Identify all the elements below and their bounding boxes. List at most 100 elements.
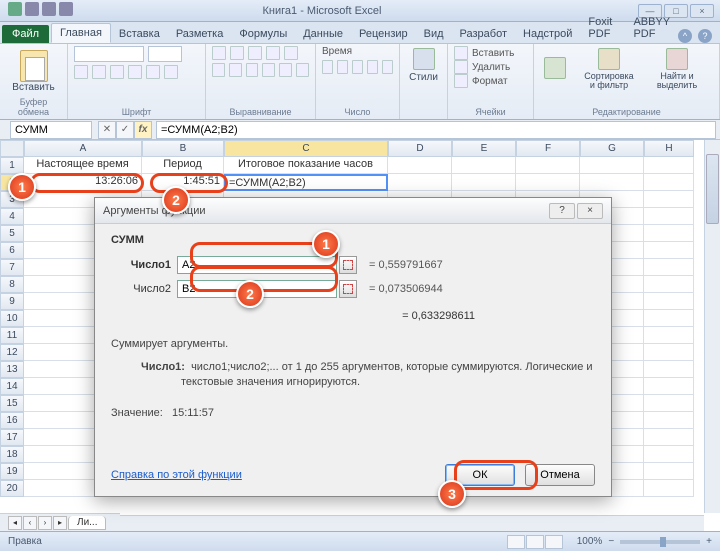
- row-header-18[interactable]: 18: [0, 446, 24, 463]
- row-header-6[interactable]: 6: [0, 242, 24, 259]
- cell-G1[interactable]: [580, 157, 644, 174]
- cell-H15[interactable]: [644, 395, 694, 412]
- column-header-C[interactable]: C: [224, 140, 388, 157]
- tab-data[interactable]: Данные: [295, 25, 351, 43]
- zoom-in-button[interactable]: +: [706, 536, 712, 547]
- row-header-17[interactable]: 17: [0, 429, 24, 446]
- column-header-G[interactable]: G: [580, 140, 644, 157]
- row-header-13[interactable]: 13: [0, 361, 24, 378]
- cell-H1[interactable]: [644, 157, 694, 174]
- cell-E2[interactable]: [452, 174, 516, 191]
- column-header-F[interactable]: F: [516, 140, 580, 157]
- horizontal-scrollbar[interactable]: [120, 515, 704, 531]
- wrap-icon[interactable]: [284, 46, 298, 60]
- cell-H11[interactable]: [644, 327, 694, 344]
- merge-icon[interactable]: [296, 63, 309, 77]
- cell-D2[interactable]: [388, 174, 452, 191]
- zoom-out-button[interactable]: −: [608, 536, 614, 547]
- dialog-close-button[interactable]: ×: [577, 203, 603, 219]
- redo-icon[interactable]: [59, 2, 73, 16]
- column-header-H[interactable]: H: [644, 140, 694, 157]
- cell-G2[interactable]: [580, 174, 644, 191]
- formula-input[interactable]: [156, 121, 716, 139]
- tab-review[interactable]: Рецензир: [351, 25, 416, 43]
- cell-H16[interactable]: [644, 412, 694, 429]
- align-top-icon[interactable]: [212, 46, 226, 60]
- tab-view[interactable]: Вид: [416, 25, 452, 43]
- arg1-input[interactable]: [177, 256, 337, 274]
- underline-icon[interactable]: [110, 65, 124, 79]
- cell-A1[interactable]: Настоящее время: [24, 157, 142, 174]
- view-layout-button[interactable]: [526, 535, 544, 549]
- percent-icon[interactable]: [337, 60, 348, 74]
- row-header-8[interactable]: 8: [0, 276, 24, 293]
- tab-formulas[interactable]: Формулы: [231, 25, 295, 43]
- tab-insert[interactable]: Вставка: [111, 25, 168, 43]
- cell-H13[interactable]: [644, 361, 694, 378]
- cell-C2[interactable]: =СУММ(A2;B2): [224, 174, 388, 191]
- comma-icon[interactable]: [352, 60, 363, 74]
- tab-developer[interactable]: Разработ: [452, 25, 515, 43]
- dialog-help-link[interactable]: Справка по этой функции: [111, 469, 242, 481]
- save-icon[interactable]: [25, 2, 39, 16]
- cell-H17[interactable]: [644, 429, 694, 446]
- column-header-B[interactable]: B: [142, 140, 224, 157]
- align-bot-icon[interactable]: [248, 46, 262, 60]
- cell-A2[interactable]: 13:26:06: [24, 174, 142, 191]
- vertical-scroll-thumb[interactable]: [706, 154, 719, 224]
- cell-H2[interactable]: [644, 174, 694, 191]
- cancel-formula-button[interactable]: ✕: [98, 121, 116, 139]
- undo-icon[interactable]: [42, 2, 56, 16]
- autosum-button[interactable]: [540, 55, 570, 83]
- italic-icon[interactable]: [92, 65, 106, 79]
- view-break-button[interactable]: [545, 535, 563, 549]
- cell-H10[interactable]: [644, 310, 694, 327]
- column-header-A[interactable]: A: [24, 140, 142, 157]
- cell-H20[interactable]: [644, 480, 694, 497]
- cell-H18[interactable]: [644, 446, 694, 463]
- font-size-input[interactable]: [148, 46, 182, 62]
- font-color-icon[interactable]: [164, 65, 178, 79]
- row-header-10[interactable]: 10: [0, 310, 24, 327]
- row-header-5[interactable]: 5: [0, 225, 24, 242]
- align-left-icon[interactable]: [212, 63, 225, 77]
- row-header-7[interactable]: 7: [0, 259, 24, 276]
- row-header-1[interactable]: 1: [0, 157, 24, 174]
- insert-cell-icon[interactable]: [454, 46, 468, 60]
- select-all-corner[interactable]: [0, 140, 24, 157]
- zoom-slider[interactable]: [620, 540, 700, 544]
- format-cell-icon[interactable]: [454, 74, 468, 88]
- cell-F2[interactable]: [516, 174, 580, 191]
- sheet-nav-prev[interactable]: ‹: [23, 516, 37, 530]
- font-name-input[interactable]: [74, 46, 144, 62]
- dialog-help-button[interactable]: ?: [549, 203, 575, 219]
- cell-H8[interactable]: [644, 276, 694, 293]
- fx-button[interactable]: fx: [134, 121, 152, 139]
- row-header-12[interactable]: 12: [0, 344, 24, 361]
- indent-dec-icon[interactable]: [262, 63, 275, 77]
- name-box[interactable]: [10, 121, 92, 139]
- sheet-tab[interactable]: Ли...: [68, 516, 106, 530]
- cell-C1[interactable]: Итоговое показание часов: [224, 157, 388, 174]
- tab-abbyy[interactable]: ABBYY PDF: [625, 13, 678, 43]
- cancel-button[interactable]: Отмена: [525, 464, 595, 486]
- accept-formula-button[interactable]: ✓: [116, 121, 134, 139]
- row-header-4[interactable]: 4: [0, 208, 24, 225]
- align-right-icon[interactable]: [246, 63, 259, 77]
- arg1-refedit-button[interactable]: [339, 256, 357, 274]
- find-button[interactable]: Найти и выделить: [648, 46, 706, 92]
- cell-H6[interactable]: [644, 242, 694, 259]
- view-normal-button[interactable]: [507, 535, 525, 549]
- sheet-nav-last[interactable]: ▸: [53, 516, 67, 530]
- column-header-D[interactable]: D: [388, 140, 452, 157]
- row-header-9[interactable]: 9: [0, 293, 24, 310]
- sheet-nav-next[interactable]: ›: [38, 516, 52, 530]
- tab-foxit[interactable]: Foxit PDF: [580, 13, 625, 43]
- fill-color-icon[interactable]: [146, 65, 160, 79]
- cell-H19[interactable]: [644, 463, 694, 480]
- tab-home[interactable]: Главная: [51, 23, 111, 43]
- cell-H4[interactable]: [644, 208, 694, 225]
- help-icon[interactable]: ?: [698, 29, 712, 43]
- sheet-nav-first[interactable]: ◂: [8, 516, 22, 530]
- cell-H9[interactable]: [644, 293, 694, 310]
